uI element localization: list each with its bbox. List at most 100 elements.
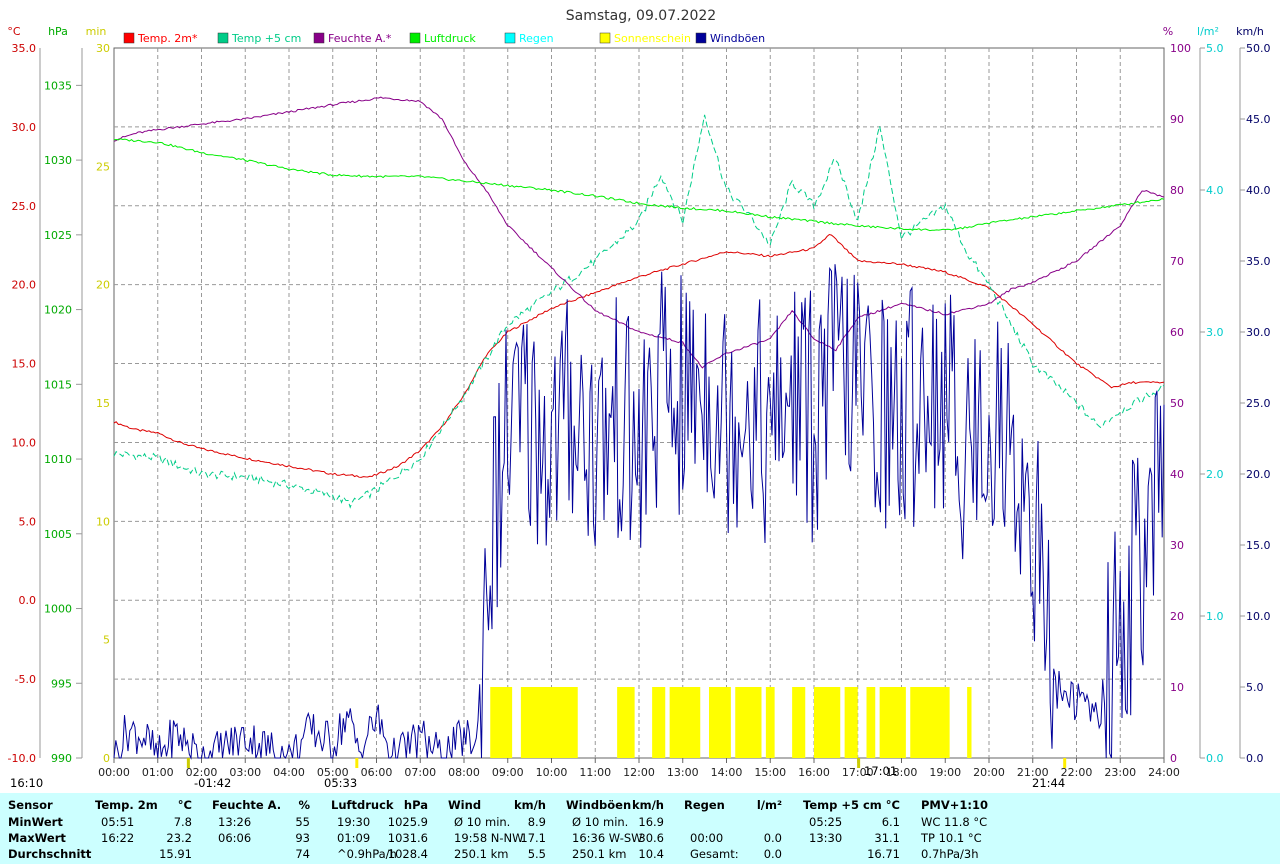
humidity-tick: 80 [1170,184,1184,197]
temp-tick: 10.0 [12,436,37,449]
legend-label: Windböen [710,32,765,45]
sunshine-bar [792,687,806,758]
sunshine-tick: 30 [96,42,110,55]
humidity-tick: 60 [1170,326,1184,339]
temp-tick: -5.0 [15,673,36,686]
stats-max: MaxWert [8,831,66,845]
moonrise-label: -01:42 [194,776,232,790]
chart-title: Samstag, 09.07.2022 [566,8,716,24]
sunshine-bar [652,687,666,758]
moonset-label: 17:01 [864,764,898,778]
pressure-tick: 1020 [44,304,72,317]
wind-tick: 35.0 [1246,255,1271,268]
sunset-label: 21:44 [1032,776,1066,790]
sunshine-bar [814,687,841,758]
humidity-tick: 0 [1170,752,1177,765]
stats-col-unit: °C [177,798,192,812]
stats-cell-value: 74 [295,847,310,861]
rain-tick: 3.0 [1206,326,1224,339]
stats-cell-value: 10.4 [638,847,664,861]
stats-cell-value: 0.0 [763,831,782,845]
legend-label: Feuchte A.* [328,32,392,45]
sunshine-bar [490,687,513,758]
humidity-tick: 90 [1170,113,1184,126]
legend-swatch [409,32,421,44]
wind-tick: 15.0 [1246,539,1271,552]
temp-unit: °C [7,25,21,38]
stats-cell-value: 0.0 [763,847,782,861]
temp-tick: 0.0 [19,594,37,607]
pressure-tick: 1005 [44,528,72,541]
sunshine-bar [669,687,701,758]
stats-cell-value: 17.1 [520,831,546,845]
stats-cell-value: 93 [295,831,310,845]
stats-cell-value: 15.91 [159,847,192,861]
stats-col-unit: °C [885,798,900,812]
stats-cell-value: 1025.9 [387,815,428,829]
sunshine-bar [617,687,635,758]
sunshine-bar [765,687,775,758]
humidity-tick: 70 [1170,255,1184,268]
stats-cell-value: 1028.4 [387,847,428,861]
legend-label: Sonnenschein [614,32,691,45]
rain-tick: 4.0 [1206,184,1224,197]
stats-col-unit: km/h [631,798,664,812]
temp-tick: 15.0 [12,358,37,371]
right-axes: 10090807060504030201005.04.03.02.01.00.0… [1170,42,1271,765]
stats-col-unit: km/h [513,798,546,812]
stats-col-header: PMV+1:10 [921,798,989,812]
pressure-unit: hPa [48,25,68,38]
sun-moon-markers: 16:10 -01:42 05:33 17:01 21:44 [0,764,1280,793]
statistics-table: Sensor MinWert MaxWert Durchschnitt Temp. 2m… [0,793,1280,864]
pressure-tick: 1015 [44,378,72,391]
temp-tick: -10.0 [8,752,36,765]
legend-swatch [313,32,325,44]
sunrise-label: 05:33 [324,776,358,790]
humidity-tick: 40 [1170,468,1184,481]
stats-min: MinWert [8,815,63,829]
stats-avg: Durchschnitt [8,847,92,861]
pressure-tick: 1000 [44,603,72,616]
sunshine-tick: 20 [96,279,110,292]
legend-label: Temp. 2m* [137,32,198,45]
legend-swatch [504,32,516,44]
sunshine-bar [735,687,762,758]
wind-tick: 45.0 [1246,113,1271,126]
stats-cell: TP 10.1 °C [921,831,982,845]
stats-cell-value: 16.71 [867,847,900,861]
sunshine-tick: 0 [103,752,110,765]
sunshine-tick: 15 [96,397,110,410]
pressure-tick: 1025 [44,229,72,242]
legend: Temp. 2m* Temp +5 cm Feuchte A.* Luftdruck R… [123,32,765,45]
sunshine-bar [866,687,876,758]
pressure-tick: 1010 [44,453,72,466]
humidity-tick: 10 [1170,681,1184,694]
temp-tick: 25.0 [12,200,37,213]
rain-tick: 2.0 [1206,468,1224,481]
rain-unit: l/m² [1197,25,1219,38]
stats-col-unit: l/m² [756,798,782,812]
sunshine-bar [709,687,731,758]
stats-cell-value: 5.5 [527,847,546,861]
pressure-tick: 1030 [44,154,72,167]
wind-tick: 10.0 [1246,610,1271,623]
stats-cell-value: 8.9 [527,815,546,829]
pressure-tick: 995 [51,677,72,690]
corner-time: 16:10 [10,776,44,790]
stats-cell-value: 23.2 [166,831,192,845]
sunshine-bars [490,687,972,758]
wind-tick: 40.0 [1246,184,1271,197]
sunshine-tick: 10 [96,515,110,528]
left-axes: 35.0 30.0 25.0 20.0 15.0 10.0 5.0 0.0 -5.0 -10.0 1… [8,42,110,765]
sunshine-bar [520,687,578,758]
wind-tick: 30.0 [1246,326,1271,339]
stats-cell-value: 30.6 [638,831,664,845]
humidity-unit: % [1163,25,1173,38]
wind-tick: 5.0 [1246,681,1264,694]
stats-cell-value: 1031.6 [387,831,428,845]
wind-unit: km/h [1236,25,1264,38]
rain-tick: 1.0 [1206,610,1224,623]
rain-tick: 5.0 [1206,42,1224,55]
sunshine-bar [879,687,906,758]
legend-label: Regen [519,32,554,45]
